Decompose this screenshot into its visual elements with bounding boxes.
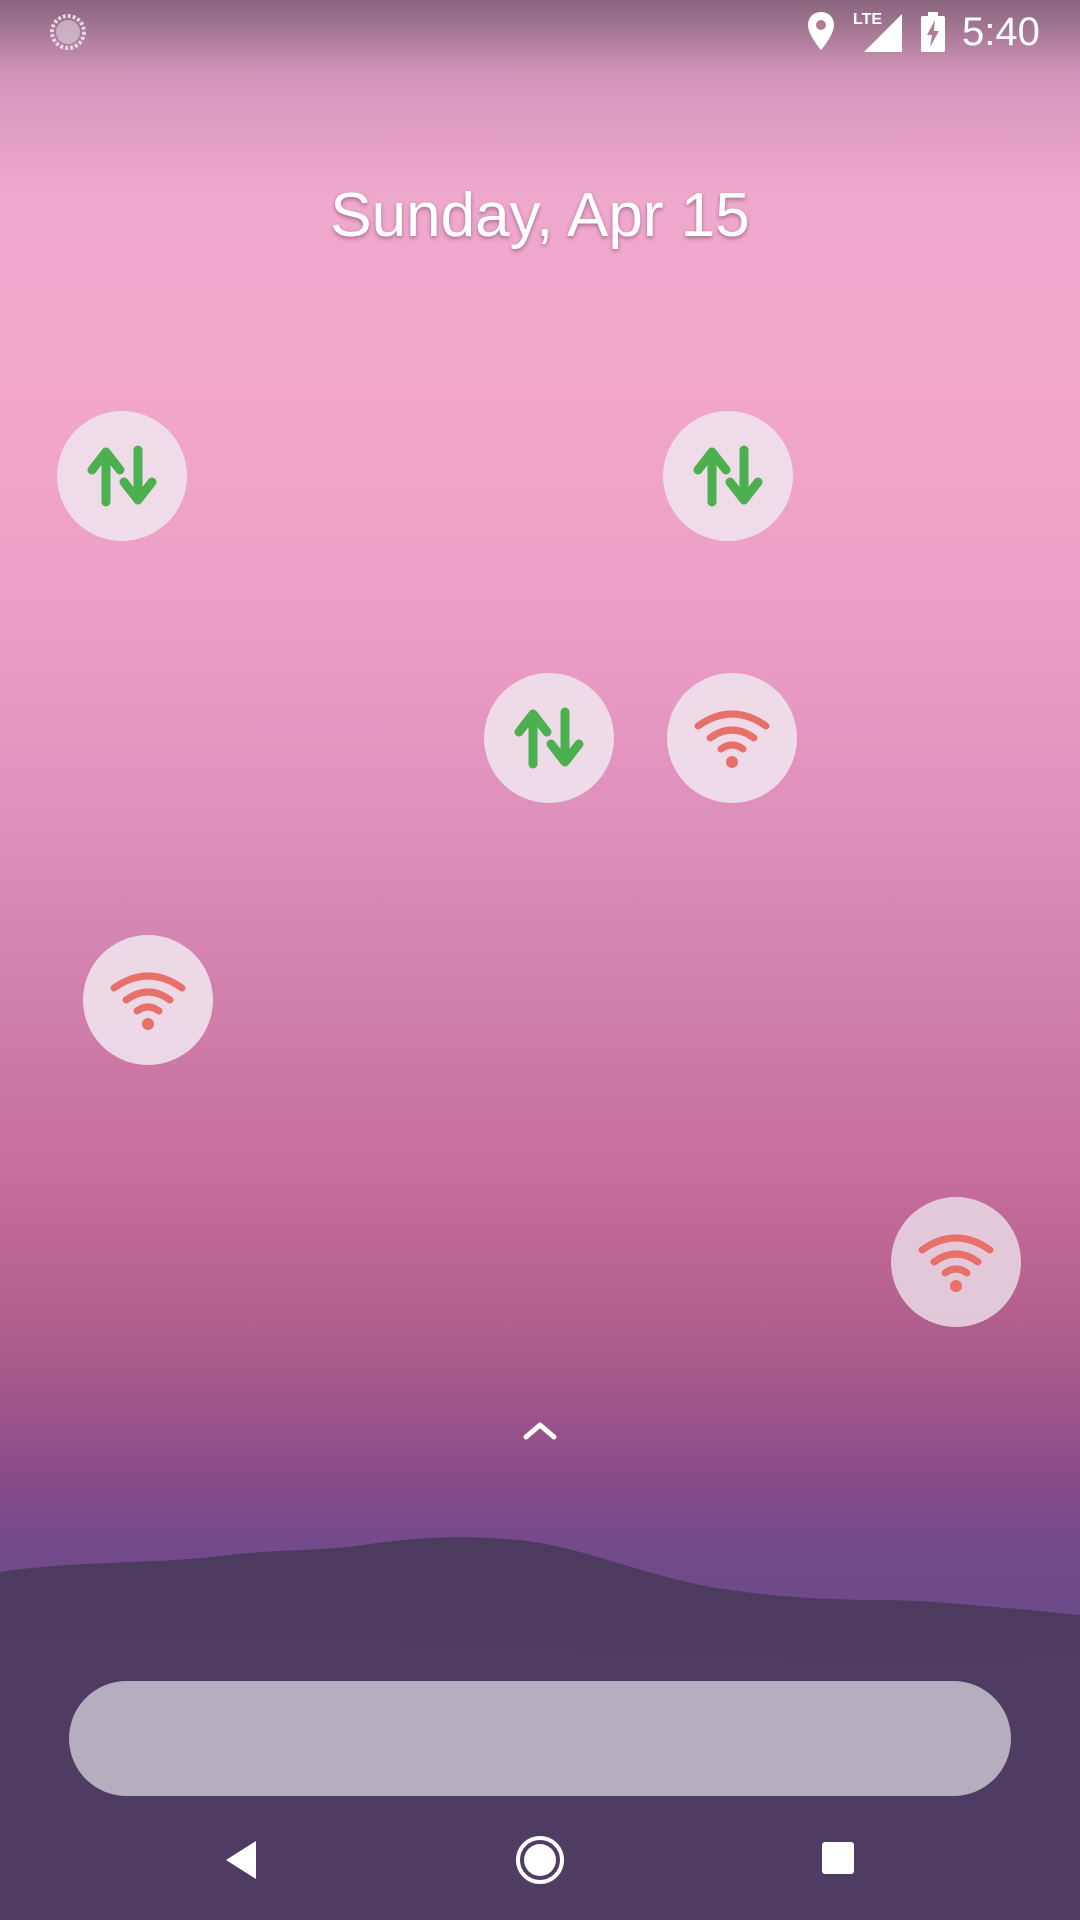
wifi-icon	[694, 710, 770, 768]
sync-icon	[50, 14, 86, 50]
data-transfer-icon	[87, 445, 157, 507]
data-bubble[interactable]	[484, 673, 614, 803]
wifi-icon	[918, 1234, 994, 1292]
back-icon[interactable]	[220, 1835, 270, 1885]
lock-screen: LTE 5:40 Sunday, Apr 15	[0, 0, 1080, 1920]
recents-icon[interactable]	[820, 1840, 856, 1876]
signal-icon	[864, 14, 902, 52]
chevron-up-icon[interactable]	[520, 1415, 560, 1445]
wifi-bubble[interactable]	[83, 935, 213, 1065]
data-transfer-icon	[514, 707, 584, 769]
status-clock: 5:40	[962, 10, 1040, 54]
home-icon[interactable]	[513, 1833, 567, 1887]
navigation-bar	[0, 1800, 1080, 1920]
status-bar: LTE 5:40	[0, 0, 1080, 66]
wifi-icon	[110, 972, 186, 1030]
data-bubble[interactable]	[663, 411, 793, 541]
lockscreen-date: Sunday, Apr 15	[330, 181, 750, 250]
battery-charging-icon	[921, 12, 945, 52]
wifi-bubble[interactable]	[667, 673, 797, 803]
search-bar[interactable]	[69, 1681, 1011, 1796]
wifi-bubble[interactable]	[891, 1197, 1021, 1327]
data-bubble[interactable]	[57, 411, 187, 541]
data-transfer-icon	[693, 445, 763, 507]
location-icon	[808, 12, 834, 50]
